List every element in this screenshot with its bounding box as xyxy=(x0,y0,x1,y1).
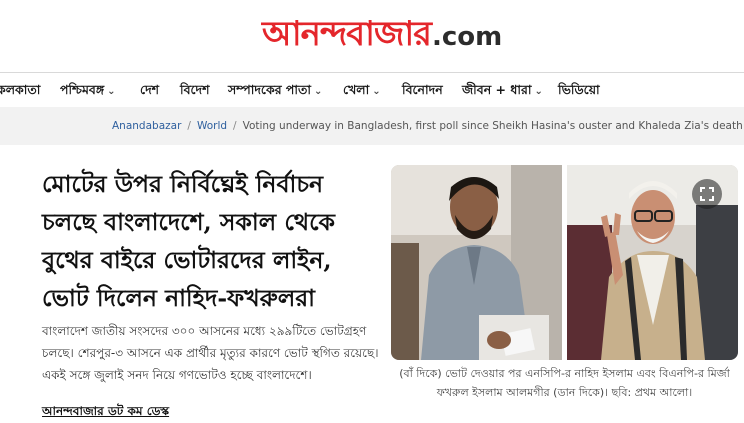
nav-label: সম্পাদকের পাতা xyxy=(228,82,312,97)
nav-item-bidesh[interactable]: বিদেশ xyxy=(180,73,210,107)
nav-label: বিনোদন xyxy=(402,82,443,97)
chevron-down-icon: ⌄ xyxy=(314,86,323,97)
nav-item-editorial[interactable]: সম্পাদকের পাতা ⌄ xyxy=(228,73,322,107)
site-header: আনন্দবাজার .com xyxy=(0,0,744,72)
chevron-down-icon: ⌄ xyxy=(534,86,543,97)
nav-label: পশ্চিমবঙ্গ xyxy=(60,82,105,97)
breadcrumb-bar: Anandabazar / World / Voting underway in Ban… xyxy=(0,107,744,145)
chevron-down-icon: ⌄ xyxy=(372,86,381,97)
logo-wordmark: আনন্দবাজার xyxy=(262,14,432,54)
nav-label: কলকাতা xyxy=(0,82,41,97)
breadcrumb-separator: / xyxy=(233,120,237,132)
nav-label: দেশ xyxy=(140,82,160,97)
article-byline[interactable]: আনন্দবাজার ডট কম ডেস্ক xyxy=(42,403,169,423)
article-summary: বাংলাদেশ জাতীয় সংসদের ৩০০ আসনের মধ্যে ২… xyxy=(42,324,379,382)
nav-label: জীবন + ধারা xyxy=(462,82,532,97)
nav-item-video[interactable]: ভিডিয়ো xyxy=(558,73,600,107)
nav-item-paschimbanga[interactable]: পশ্চিমবঙ্গ ⌄ xyxy=(60,73,116,107)
nav-item-kolkata[interactable]: কলকাতা xyxy=(0,73,40,107)
nav-label: ভিডিয়ো xyxy=(558,82,600,97)
nav-item-jibon-dhara[interactable]: জীবন + ধারা ⌄ xyxy=(462,73,543,107)
breadcrumb-current: Voting underway in Bangladesh, first pol… xyxy=(242,120,744,132)
site-logo[interactable]: আনন্দবাজার .com xyxy=(262,6,502,54)
main-nav: কলকাতা পশ্চিমবঙ্গ ⌄ দেশ বিদেশ সম্পাদকের প… xyxy=(0,72,744,108)
fullscreen-expand-icon[interactable] xyxy=(692,179,722,209)
image-caption: (বাঁ দিকে) ভোট দেওয়ার পর এনসিপি-র নাহিদ… xyxy=(399,367,730,399)
breadcrumb-section[interactable]: World xyxy=(197,120,227,132)
nav-item-khela[interactable]: খেলা ⌄ xyxy=(343,73,381,107)
chevron-down-icon: ⌄ xyxy=(107,86,116,97)
logo-suffix: .com xyxy=(432,22,503,52)
nav-label: খেলা xyxy=(343,82,370,97)
article-headline: মোটের উপর নির্বিঘ্নেই নির্বাচন চলছে বাংল… xyxy=(42,170,335,312)
breadcrumb-home[interactable]: Anandabazar xyxy=(112,120,181,132)
article-lead-image[interactable] xyxy=(391,165,738,360)
nav-label: বিদেশ xyxy=(180,82,210,97)
breadcrumb-separator: / xyxy=(187,120,191,132)
breadcrumb: Anandabazar / World / Voting underway in Ban… xyxy=(112,107,744,145)
lead-image-illustration xyxy=(391,165,738,360)
nav-item-binodon[interactable]: বিনোদন xyxy=(402,73,443,107)
nav-item-desh[interactable]: দেশ xyxy=(140,73,159,107)
